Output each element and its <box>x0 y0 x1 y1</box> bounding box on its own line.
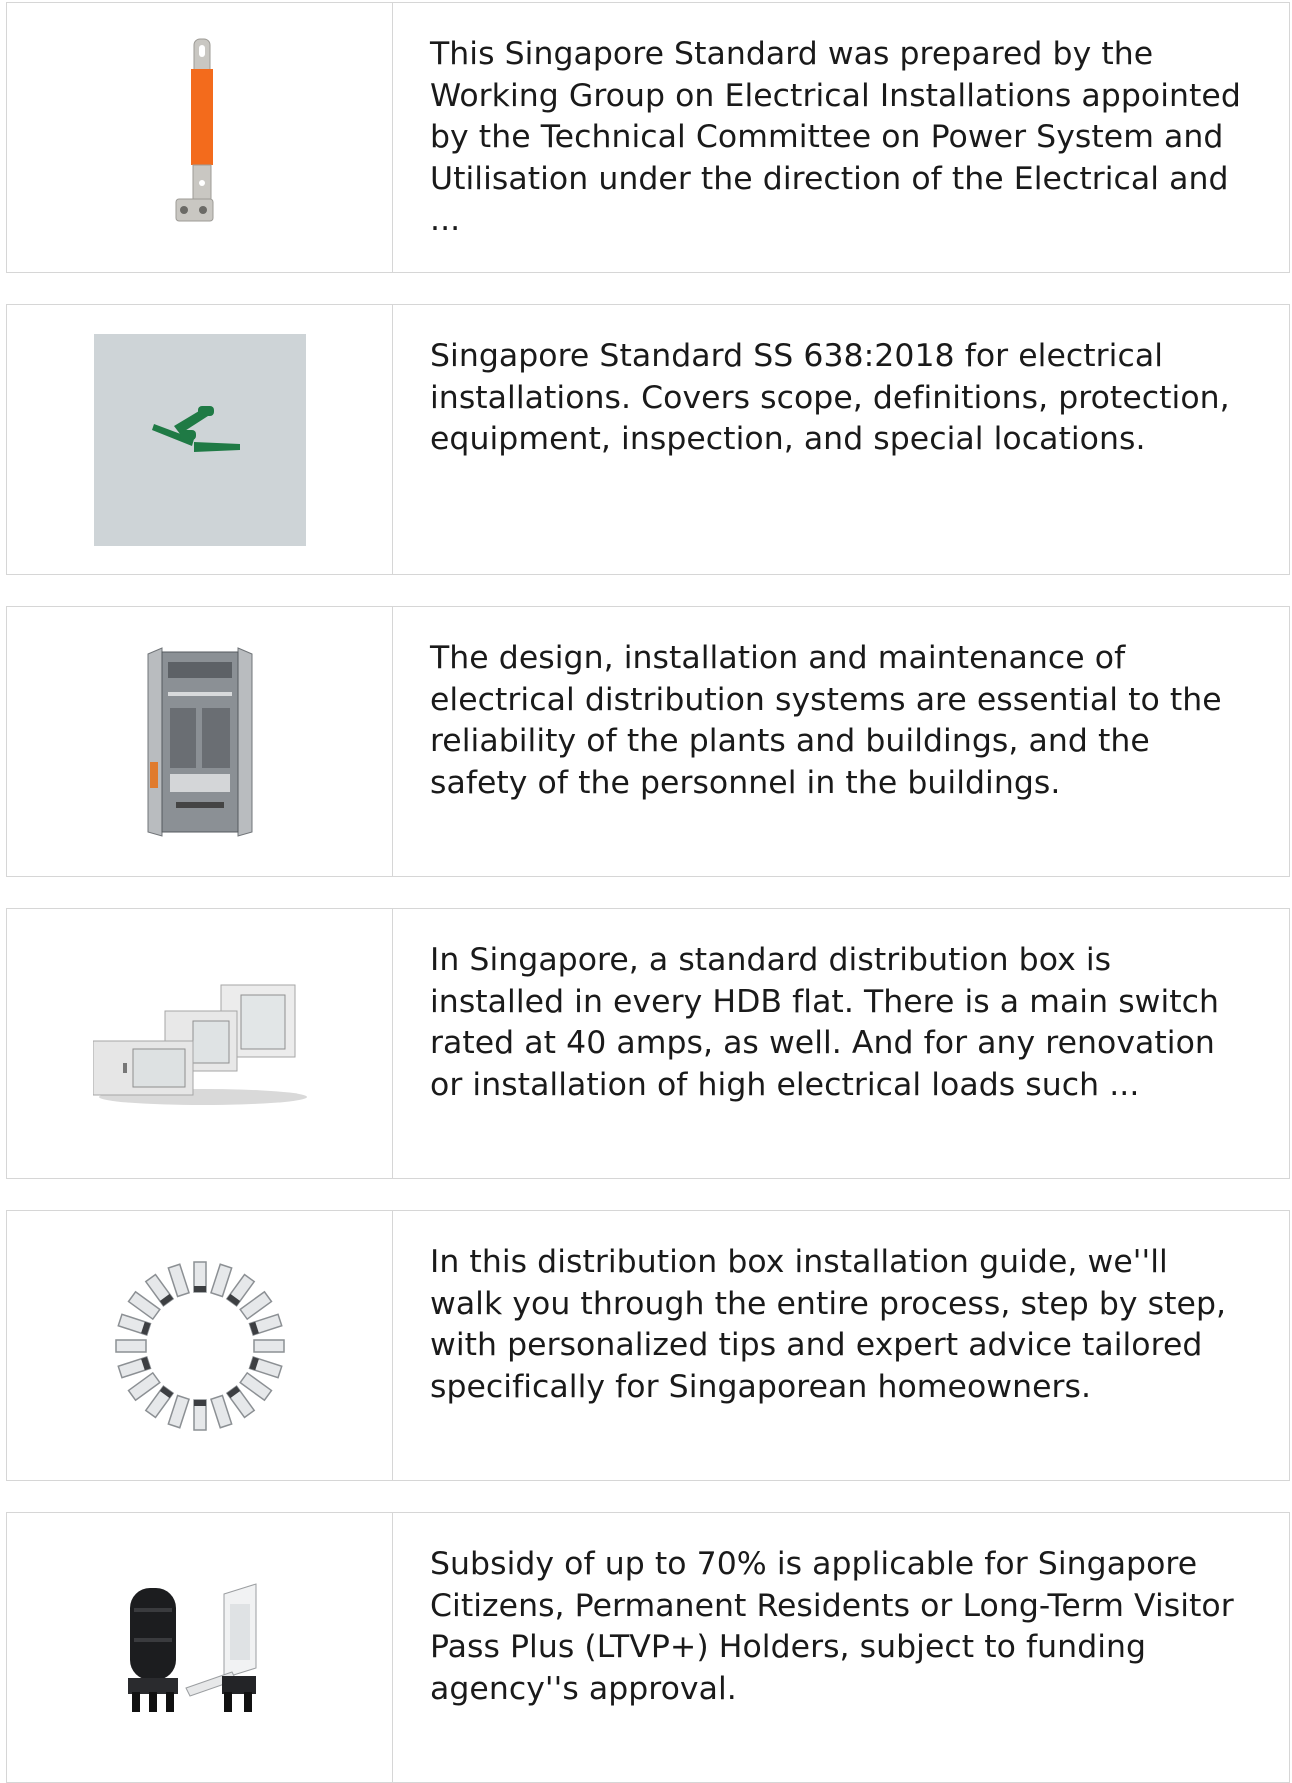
sfp-transceiver-modules-circle-image <box>114 1260 285 1431</box>
item-description: Singapore Standard SS 638:2018 for elect… <box>430 338 1230 457</box>
list-item[interactable]: Subsidy of up to 70% is applicable for S… <box>6 1512 1290 1783</box>
list-item[interactable]: In this distribution box installation gu… <box>6 1210 1290 1481</box>
electrical-cabinet-open-doors-image <box>147 646 252 837</box>
wall-mount-network-cabinets-image <box>92 984 307 1105</box>
product-thumbnail[interactable] <box>7 305 393 574</box>
item-description: Subsidy of up to 70% is applicable for S… <box>430 1546 1234 1707</box>
list-item[interactable]: The design, installation and maintenance… <box>6 606 1290 877</box>
product-thumbnail[interactable] <box>7 909 393 1178</box>
product-thumbnail[interactable] <box>7 3 393 272</box>
item-description: In this distribution box installation gu… <box>430 1244 1227 1405</box>
item-description: This Singapore Standard was prepared by … <box>430 36 1241 238</box>
product-thumbnail[interactable] <box>7 1211 393 1480</box>
product-thumbnail[interactable] <box>7 607 393 876</box>
fiber-splice-closure-image <box>127 1582 256 1712</box>
copper-busbar-connector-image <box>175 38 213 221</box>
item-description: In Singapore, a standard distribution bo… <box>430 942 1220 1103</box>
item-description: The design, installation and maintenance… <box>430 640 1222 801</box>
list-item[interactable]: In Singapore, a standard distribution bo… <box>6 908 1290 1179</box>
product-thumbnail[interactable] <box>7 1513 393 1782</box>
list-item[interactable]: Singapore Standard SS 638:2018 for elect… <box>6 304 1290 575</box>
list-item[interactable]: This Singapore Standard was prepared by … <box>6 2 1290 273</box>
green-wire-connectors-image <box>93 333 306 546</box>
